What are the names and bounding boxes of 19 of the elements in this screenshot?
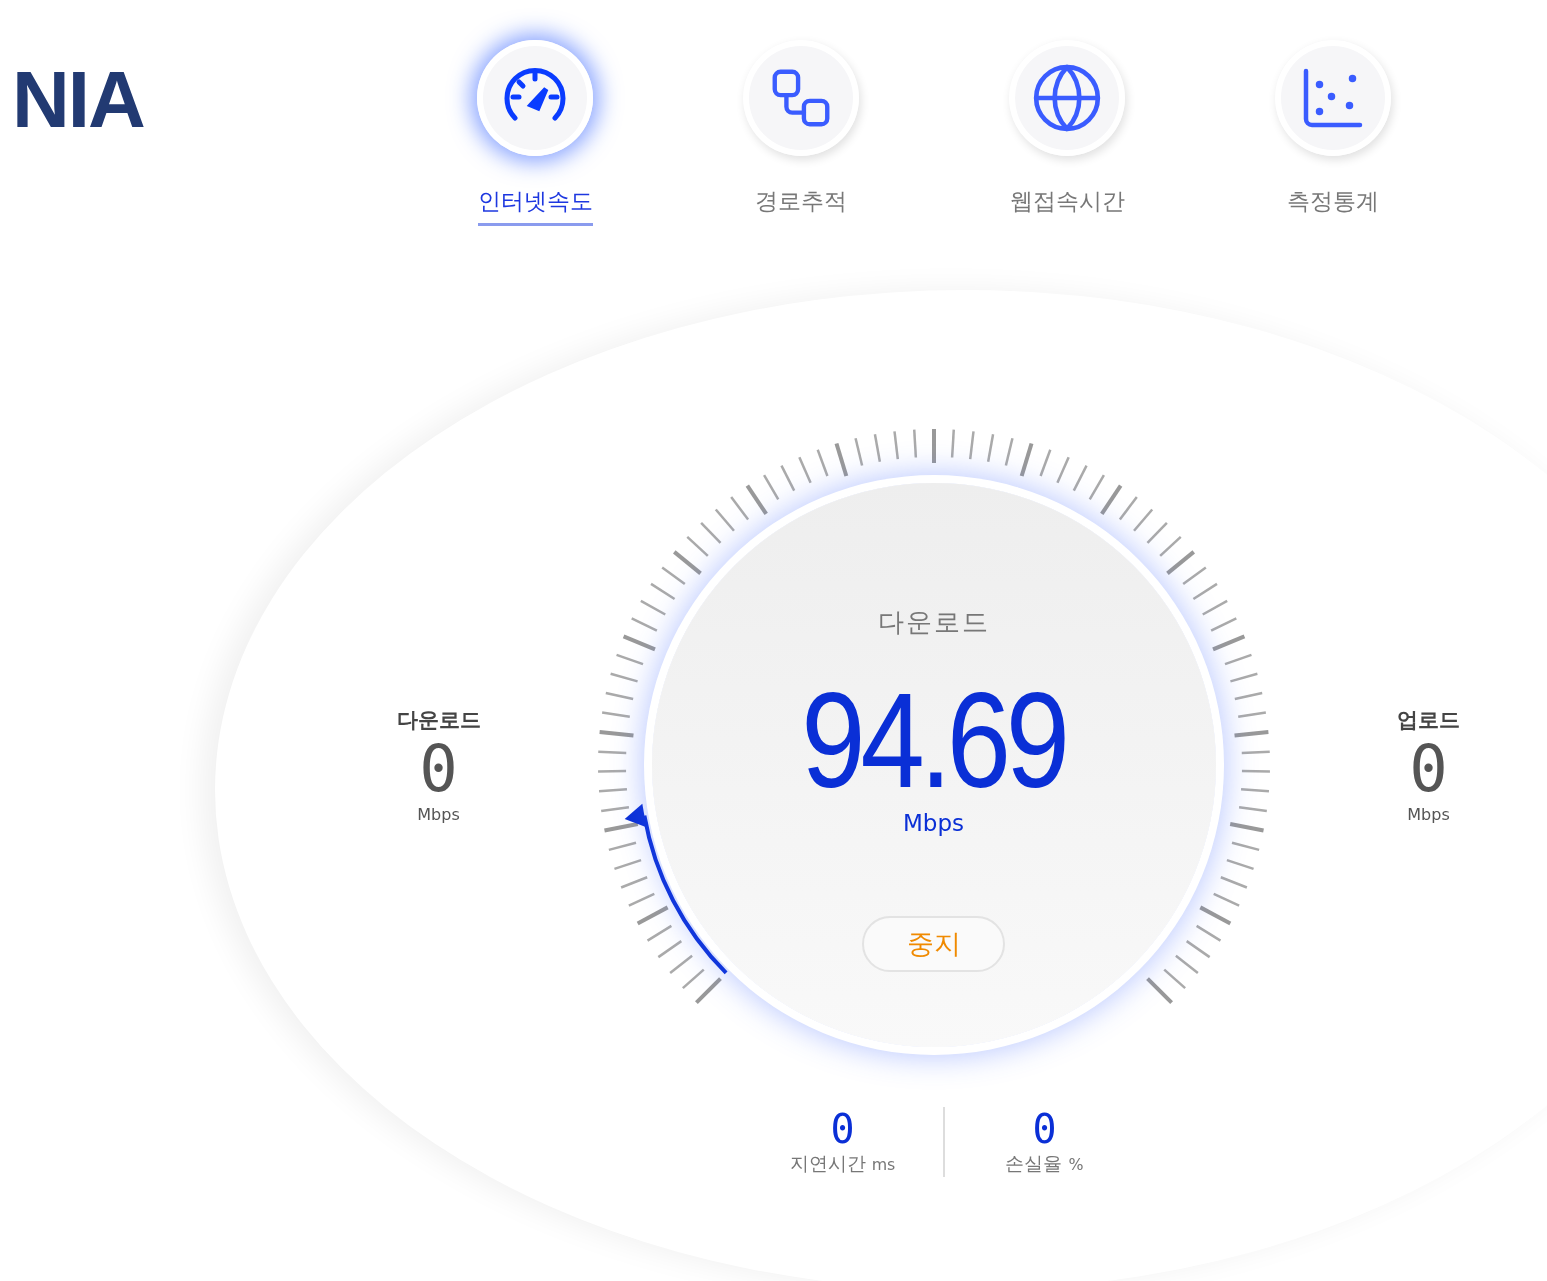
speed-unit: Mbps xyxy=(903,810,964,836)
upload-label: 업로드 xyxy=(1397,707,1460,735)
speed-value: 94.69 xyxy=(801,672,1066,808)
download-label: 다운로드 xyxy=(396,707,481,735)
download-unit: Mbps xyxy=(417,804,460,824)
loss-value: 0 xyxy=(1032,1107,1057,1151)
nav-tab[interactable]: 웹접속시간 xyxy=(934,40,1200,226)
latency-label: 지연시간 ms xyxy=(789,1151,896,1176)
nav-tab[interactable]: 인터넷속도 xyxy=(402,40,668,226)
nav-tab[interactable]: 경로추적 xyxy=(668,40,934,226)
logo: NIA xyxy=(11,54,145,146)
nav-tab[interactable]: 측정통계 xyxy=(1200,40,1466,226)
upload-unit: Mbps xyxy=(1407,804,1450,824)
download-value: 0 xyxy=(419,734,458,805)
upload-value: 0 xyxy=(1409,734,1448,805)
gauge-title: 다운로드 xyxy=(877,606,990,639)
latency-value: 0 xyxy=(830,1107,855,1151)
stop-button[interactable]: 중지 xyxy=(862,916,1005,972)
loss-label: 손실율 % xyxy=(1005,1151,1084,1176)
